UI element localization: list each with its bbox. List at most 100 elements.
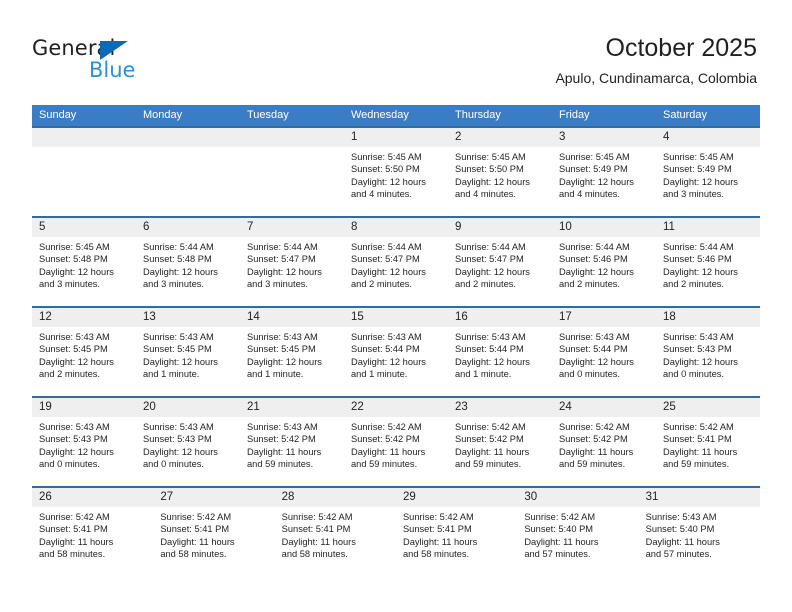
- page-title: October 2025: [605, 34, 758, 62]
- daylight-text-line1: Daylight: 12 hours: [455, 356, 530, 367]
- day-cell[interactable]: 13 Sunrise: 5:43 AM Sunset: 5:45 PM Dayligh…: [136, 306, 240, 396]
- daylight-text-line1: Daylight: 12 hours: [351, 266, 426, 277]
- day-cell[interactable]: 19 Sunrise: 5:43 AM Sunset: 5:43 PM Dayligh…: [32, 396, 136, 486]
- day-cell[interactable]: 17 Sunrise: 5:43 AM Sunset: 5:44 PM Dayligh…: [552, 306, 656, 396]
- day-cell[interactable]: 2 Sunrise: 5:45 AM Sunset: 5:50 PM Daylight…: [448, 126, 552, 216]
- daylight-text-line1: Daylight: 12 hours: [247, 356, 322, 367]
- day-details: Sunrise: 5:42 AM Sunset: 5:41 PM Daylight:…: [275, 507, 396, 561]
- day-cell[interactable]: 24 Sunrise: 5:42 AM Sunset: 5:42 PM Dayligh…: [552, 396, 656, 486]
- day-cell[interactable]: 21 Sunrise: 5:43 AM Sunset: 5:42 PM Dayligh…: [240, 396, 344, 486]
- day-cell[interactable]: 29 Sunrise: 5:42 AM Sunset: 5:41 PM Dayligh…: [395, 486, 518, 576]
- day-details: Sunrise: 5:42 AM Sunset: 5:41 PM Daylight:…: [656, 417, 760, 471]
- sunset-text: Sunset: 5:47 PM: [247, 254, 316, 265]
- day-cell[interactable]: 14 Sunrise: 5:43 AM Sunset: 5:45 PM Dayligh…: [240, 306, 344, 396]
- daylight-text-line1: Daylight: 11 hours: [160, 536, 235, 547]
- daylight-text-line2: and 58 minutes.: [39, 549, 106, 560]
- daylight-text-line1: Daylight: 12 hours: [39, 266, 114, 277]
- daylight-text-line1: Daylight: 11 hours: [39, 536, 114, 547]
- day-number: 28: [274, 488, 396, 507]
- day-cell[interactable]: 3 Sunrise: 5:45 AM Sunset: 5:49 PM Daylight…: [552, 126, 656, 216]
- day-number: 14: [240, 308, 344, 327]
- day-cell[interactable]: 6 Sunrise: 5:44 AM Sunset: 5:48 PM Daylight…: [136, 216, 240, 306]
- day-number: 19: [32, 398, 136, 417]
- day-cell-empty: [240, 126, 344, 216]
- sunrise-text: Sunrise: 5:44 AM: [455, 242, 526, 252]
- day-number: 18: [656, 308, 760, 327]
- day-cell[interactable]: 12 Sunrise: 5:43 AM Sunset: 5:45 PM Dayligh…: [32, 306, 136, 396]
- day-cell[interactable]: 31 Sunrise: 5:43 AM Sunset: 5:40 PM Dayligh…: [638, 486, 760, 576]
- daylight-text-line2: and 3 minutes.: [247, 279, 308, 290]
- title-block: October 2025 Apulo, Cundinamarca, Colomb…: [555, 33, 757, 87]
- day-cell[interactable]: 23 Sunrise: 5:42 AM Sunset: 5:42 PM Dayligh…: [448, 396, 552, 486]
- day-number: [136, 128, 240, 147]
- day-cell[interactable]: 10 Sunrise: 5:44 AM Sunset: 5:46 PM Dayligh…: [552, 216, 656, 306]
- day-details: Sunrise: 5:43 AM Sunset: 5:40 PM Daylight:…: [639, 507, 760, 561]
- daylight-text-line1: Daylight: 11 hours: [645, 536, 720, 547]
- daylight-text-line1: Daylight: 12 hours: [39, 446, 114, 457]
- day-cell[interactable]: 9 Sunrise: 5:44 AM Sunset: 5:47 PM Daylight…: [448, 216, 552, 306]
- daylight-text-line1: Daylight: 12 hours: [455, 176, 530, 187]
- sunrise-text: Sunrise: 5:44 AM: [247, 242, 318, 252]
- day-details: Sunrise: 5:44 AM Sunset: 5:46 PM Daylight:…: [552, 237, 656, 291]
- sunrise-text: Sunrise: 5:42 AM: [663, 422, 734, 432]
- day-details: Sunrise: 5:45 AM Sunset: 5:50 PM Daylight:…: [344, 147, 448, 201]
- daylight-text-line2: and 1 minute.: [455, 369, 512, 380]
- daylight-text-line1: Daylight: 12 hours: [663, 356, 738, 367]
- daylight-text-line2: and 59 minutes.: [663, 459, 730, 470]
- day-details: Sunrise: 5:45 AM Sunset: 5:49 PM Daylight:…: [656, 147, 760, 201]
- sunset-text: Sunset: 5:40 PM: [524, 524, 594, 535]
- day-number: 3: [552, 128, 656, 147]
- day-cell[interactable]: 4 Sunrise: 5:45 AM Sunset: 5:49 PM Daylight…: [656, 126, 760, 216]
- day-cell[interactable]: 16 Sunrise: 5:43 AM Sunset: 5:44 PM Dayligh…: [448, 306, 552, 396]
- sunrise-text: Sunrise: 5:44 AM: [143, 242, 214, 252]
- day-cell[interactable]: 1 Sunrise: 5:45 AM Sunset: 5:50 PM Daylight…: [344, 126, 448, 216]
- daylight-text-line2: and 59 minutes.: [559, 459, 626, 470]
- day-cell[interactable]: 28 Sunrise: 5:42 AM Sunset: 5:41 PM Dayligh…: [274, 486, 396, 576]
- daylight-text-line1: Daylight: 12 hours: [559, 176, 634, 187]
- day-cell[interactable]: 8 Sunrise: 5:44 AM Sunset: 5:47 PM Daylight…: [344, 216, 448, 306]
- day-number: 11: [656, 218, 760, 237]
- sunset-text: Sunset: 5:47 PM: [351, 254, 420, 265]
- day-details: Sunrise: 5:43 AM Sunset: 5:45 PM Daylight:…: [32, 327, 136, 381]
- sunrise-text: Sunrise: 5:42 AM: [524, 512, 596, 522]
- sunset-text: Sunset: 5:43 PM: [39, 434, 108, 445]
- day-details: Sunrise: 5:43 AM Sunset: 5:43 PM Daylight:…: [136, 417, 240, 471]
- day-number: 10: [552, 218, 656, 237]
- day-cell[interactable]: 25 Sunrise: 5:42 AM Sunset: 5:41 PM Dayligh…: [656, 396, 760, 486]
- daylight-text-line1: Daylight: 12 hours: [143, 356, 218, 367]
- sunset-text: Sunset: 5:49 PM: [559, 164, 628, 175]
- day-cell[interactable]: 7 Sunrise: 5:44 AM Sunset: 5:47 PM Daylight…: [240, 216, 344, 306]
- day-details: Sunrise: 5:43 AM Sunset: 5:43 PM Daylight:…: [32, 417, 136, 471]
- day-cell[interactable]: 22 Sunrise: 5:42 AM Sunset: 5:42 PM Dayligh…: [344, 396, 448, 486]
- day-cell[interactable]: 5 Sunrise: 5:45 AM Sunset: 5:48 PM Daylight…: [32, 216, 136, 306]
- sunset-text: Sunset: 5:42 PM: [455, 434, 524, 445]
- day-cell[interactable]: 15 Sunrise: 5:43 AM Sunset: 5:44 PM Dayligh…: [344, 306, 448, 396]
- day-details: Sunrise: 5:42 AM Sunset: 5:42 PM Daylight:…: [448, 417, 552, 471]
- sunrise-text: Sunrise: 5:42 AM: [39, 512, 110, 522]
- daylight-text-line2: and 0 minutes.: [663, 369, 724, 380]
- daylight-text-line2: and 59 minutes.: [455, 459, 522, 470]
- weekday-header-friday: Friday: [559, 109, 590, 121]
- day-number: 16: [448, 308, 552, 327]
- day-details: Sunrise: 5:43 AM Sunset: 5:45 PM Daylight:…: [136, 327, 240, 381]
- week-row: 26 Sunrise: 5:42 AM Sunset: 5:41 PM Dayligh…: [32, 486, 760, 576]
- day-details: Sunrise: 5:42 AM Sunset: 5:41 PM Daylight:…: [396, 507, 517, 561]
- brand-logo[interactable]: General Blue: [32, 36, 232, 88]
- day-cell[interactable]: 26 Sunrise: 5:42 AM Sunset: 5:41 PM Dayligh…: [32, 486, 154, 576]
- day-cell[interactable]: 11 Sunrise: 5:44 AM Sunset: 5:46 PM Dayligh…: [656, 216, 760, 306]
- page-header: General Blue October 2025 Apulo, Cundina…: [0, 0, 792, 104]
- day-cell[interactable]: 18 Sunrise: 5:43 AM Sunset: 5:43 PM Dayligh…: [656, 306, 760, 396]
- daylight-text-line2: and 1 minute.: [247, 369, 304, 380]
- day-cell[interactable]: 30 Sunrise: 5:42 AM Sunset: 5:40 PM Dayligh…: [517, 486, 639, 576]
- day-cell[interactable]: 27 Sunrise: 5:42 AM Sunset: 5:41 PM Dayligh…: [153, 486, 275, 576]
- day-number: [32, 128, 136, 147]
- sunrise-text: Sunrise: 5:43 AM: [559, 332, 630, 342]
- weekday-header-wednesday: Wednesday: [351, 109, 409, 121]
- day-cell[interactable]: 20 Sunrise: 5:43 AM Sunset: 5:43 PM Dayligh…: [136, 396, 240, 486]
- page-subtitle: Apulo, Cundinamarca, Colombia: [555, 70, 757, 86]
- sunrise-text: Sunrise: 5:43 AM: [663, 332, 734, 342]
- day-details: Sunrise: 5:43 AM Sunset: 5:43 PM Daylight:…: [656, 327, 760, 381]
- day-number: 13: [136, 308, 240, 327]
- day-details: Sunrise: 5:45 AM Sunset: 5:50 PM Daylight:…: [448, 147, 552, 201]
- day-number: 7: [240, 218, 344, 237]
